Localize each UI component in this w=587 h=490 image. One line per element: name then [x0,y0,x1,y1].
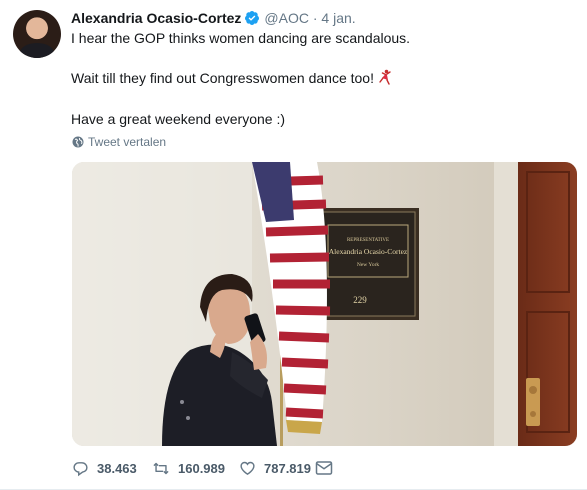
retweet-count: 160.989 [178,460,225,476]
plaque-name: Alexandria Ocasio-Cortez [329,247,408,256]
translate-label: Tweet vertalen [88,135,167,149]
tweet-text-line: Have a great weekend everyone :) [71,111,286,127]
envelope-icon [315,461,333,475]
plaque-state: New York [357,262,380,268]
dancer-emoji-icon [377,69,393,89]
reply-button[interactable]: 38.463 [72,458,137,478]
author-handle[interactable]: @AOC [264,10,309,26]
avatar[interactable] [13,10,61,58]
retweet-icon [153,462,169,474]
verified-badge-icon [244,10,260,30]
retweet-button[interactable]: 160.989 [152,458,225,478]
translate-tweet-link[interactable]: Tweet vertalen [72,135,166,152]
author-name[interactable]: Alexandria Ocasio-Cortez [71,10,241,26]
reply-icon [73,461,88,476]
reply-count: 38.463 [97,460,137,476]
tweet[interactable]: Alexandria Ocasio-Cortez @AOC · 4 jan. I … [0,0,587,490]
tweet-text-line: I hear the GOP thinks women dancing are … [71,30,411,46]
separator: · [312,10,318,26]
plaque-title: REPRESENTATIVE [347,238,389,243]
tweet-header: Alexandria Ocasio-Cortez @AOC · 4 jan. [71,9,356,27]
heart-icon [240,461,255,475]
tweet-text-line: Wait till they find out Congresswomen da… [71,70,374,86]
like-count: 787.819 [264,460,311,476]
like-button[interactable]: 787.819 [239,458,311,478]
tweet-timestamp[interactable]: 4 jan. [321,10,355,26]
direct-message-button[interactable] [315,458,341,478]
video-player[interactable]: REPRESENTATIVE Alexandria Ocasio-Cortez … [72,162,577,446]
globe-icon [72,136,84,152]
plaque-room-number: 229 [353,295,367,305]
video-still: REPRESENTATIVE Alexandria Ocasio-Cortez … [72,162,577,446]
tweet-text-line-with-emoji: Wait till they find out Congresswomen da… [71,69,393,89]
